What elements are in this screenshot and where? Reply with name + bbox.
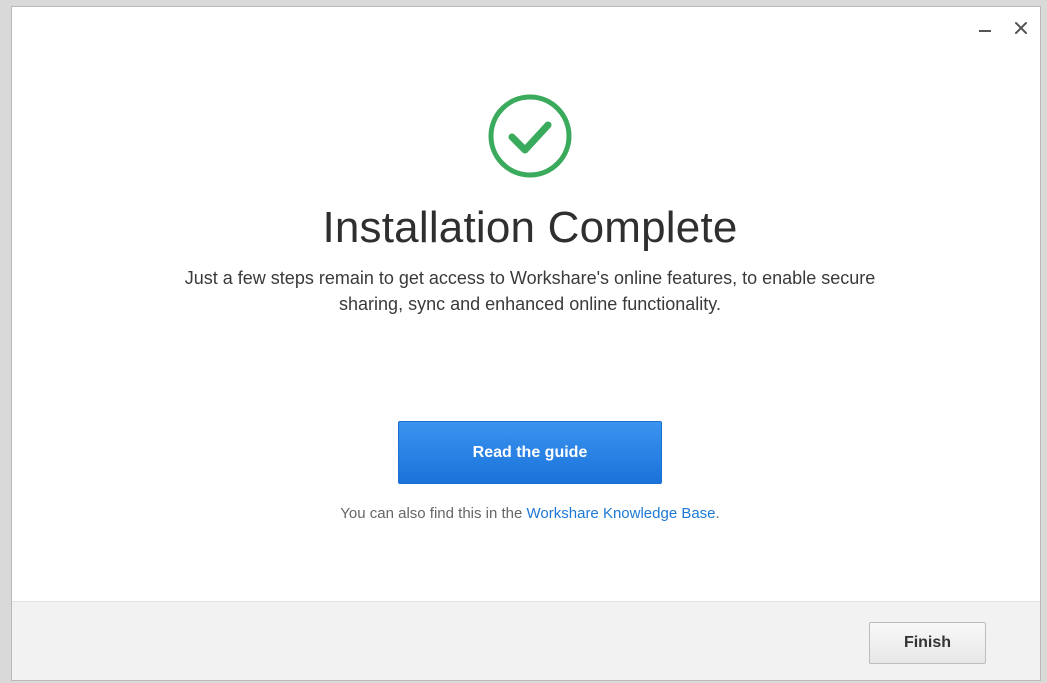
kb-prefix-text: You can also find this in the [340, 505, 527, 522]
knowledge-base-link[interactable]: Workshare Knowledge Base [527, 505, 716, 522]
page-subtitle: Just a few steps remain to get access to… [184, 268, 876, 314]
minimize-icon [979, 30, 991, 32]
success-status [487, 93, 573, 179]
finish-button[interactable]: Finish [869, 622, 986, 664]
close-button[interactable] [1010, 17, 1032, 39]
checkmark-circle-icon [488, 94, 572, 178]
page-title: Installation Complete [322, 203, 738, 252]
read-guide-button[interactable]: Read the guide [398, 421, 662, 484]
footer-bar: Finish [12, 601, 1040, 680]
close-icon [1015, 22, 1027, 34]
knowledge-base-note: You can also find this in the Workshare … [12, 505, 1040, 522]
window-controls [974, 17, 1032, 39]
installer-window: Installation Complete Just a few steps r… [11, 6, 1041, 681]
kb-suffix-text: . [715, 505, 720, 522]
minimize-button[interactable] [974, 17, 996, 39]
